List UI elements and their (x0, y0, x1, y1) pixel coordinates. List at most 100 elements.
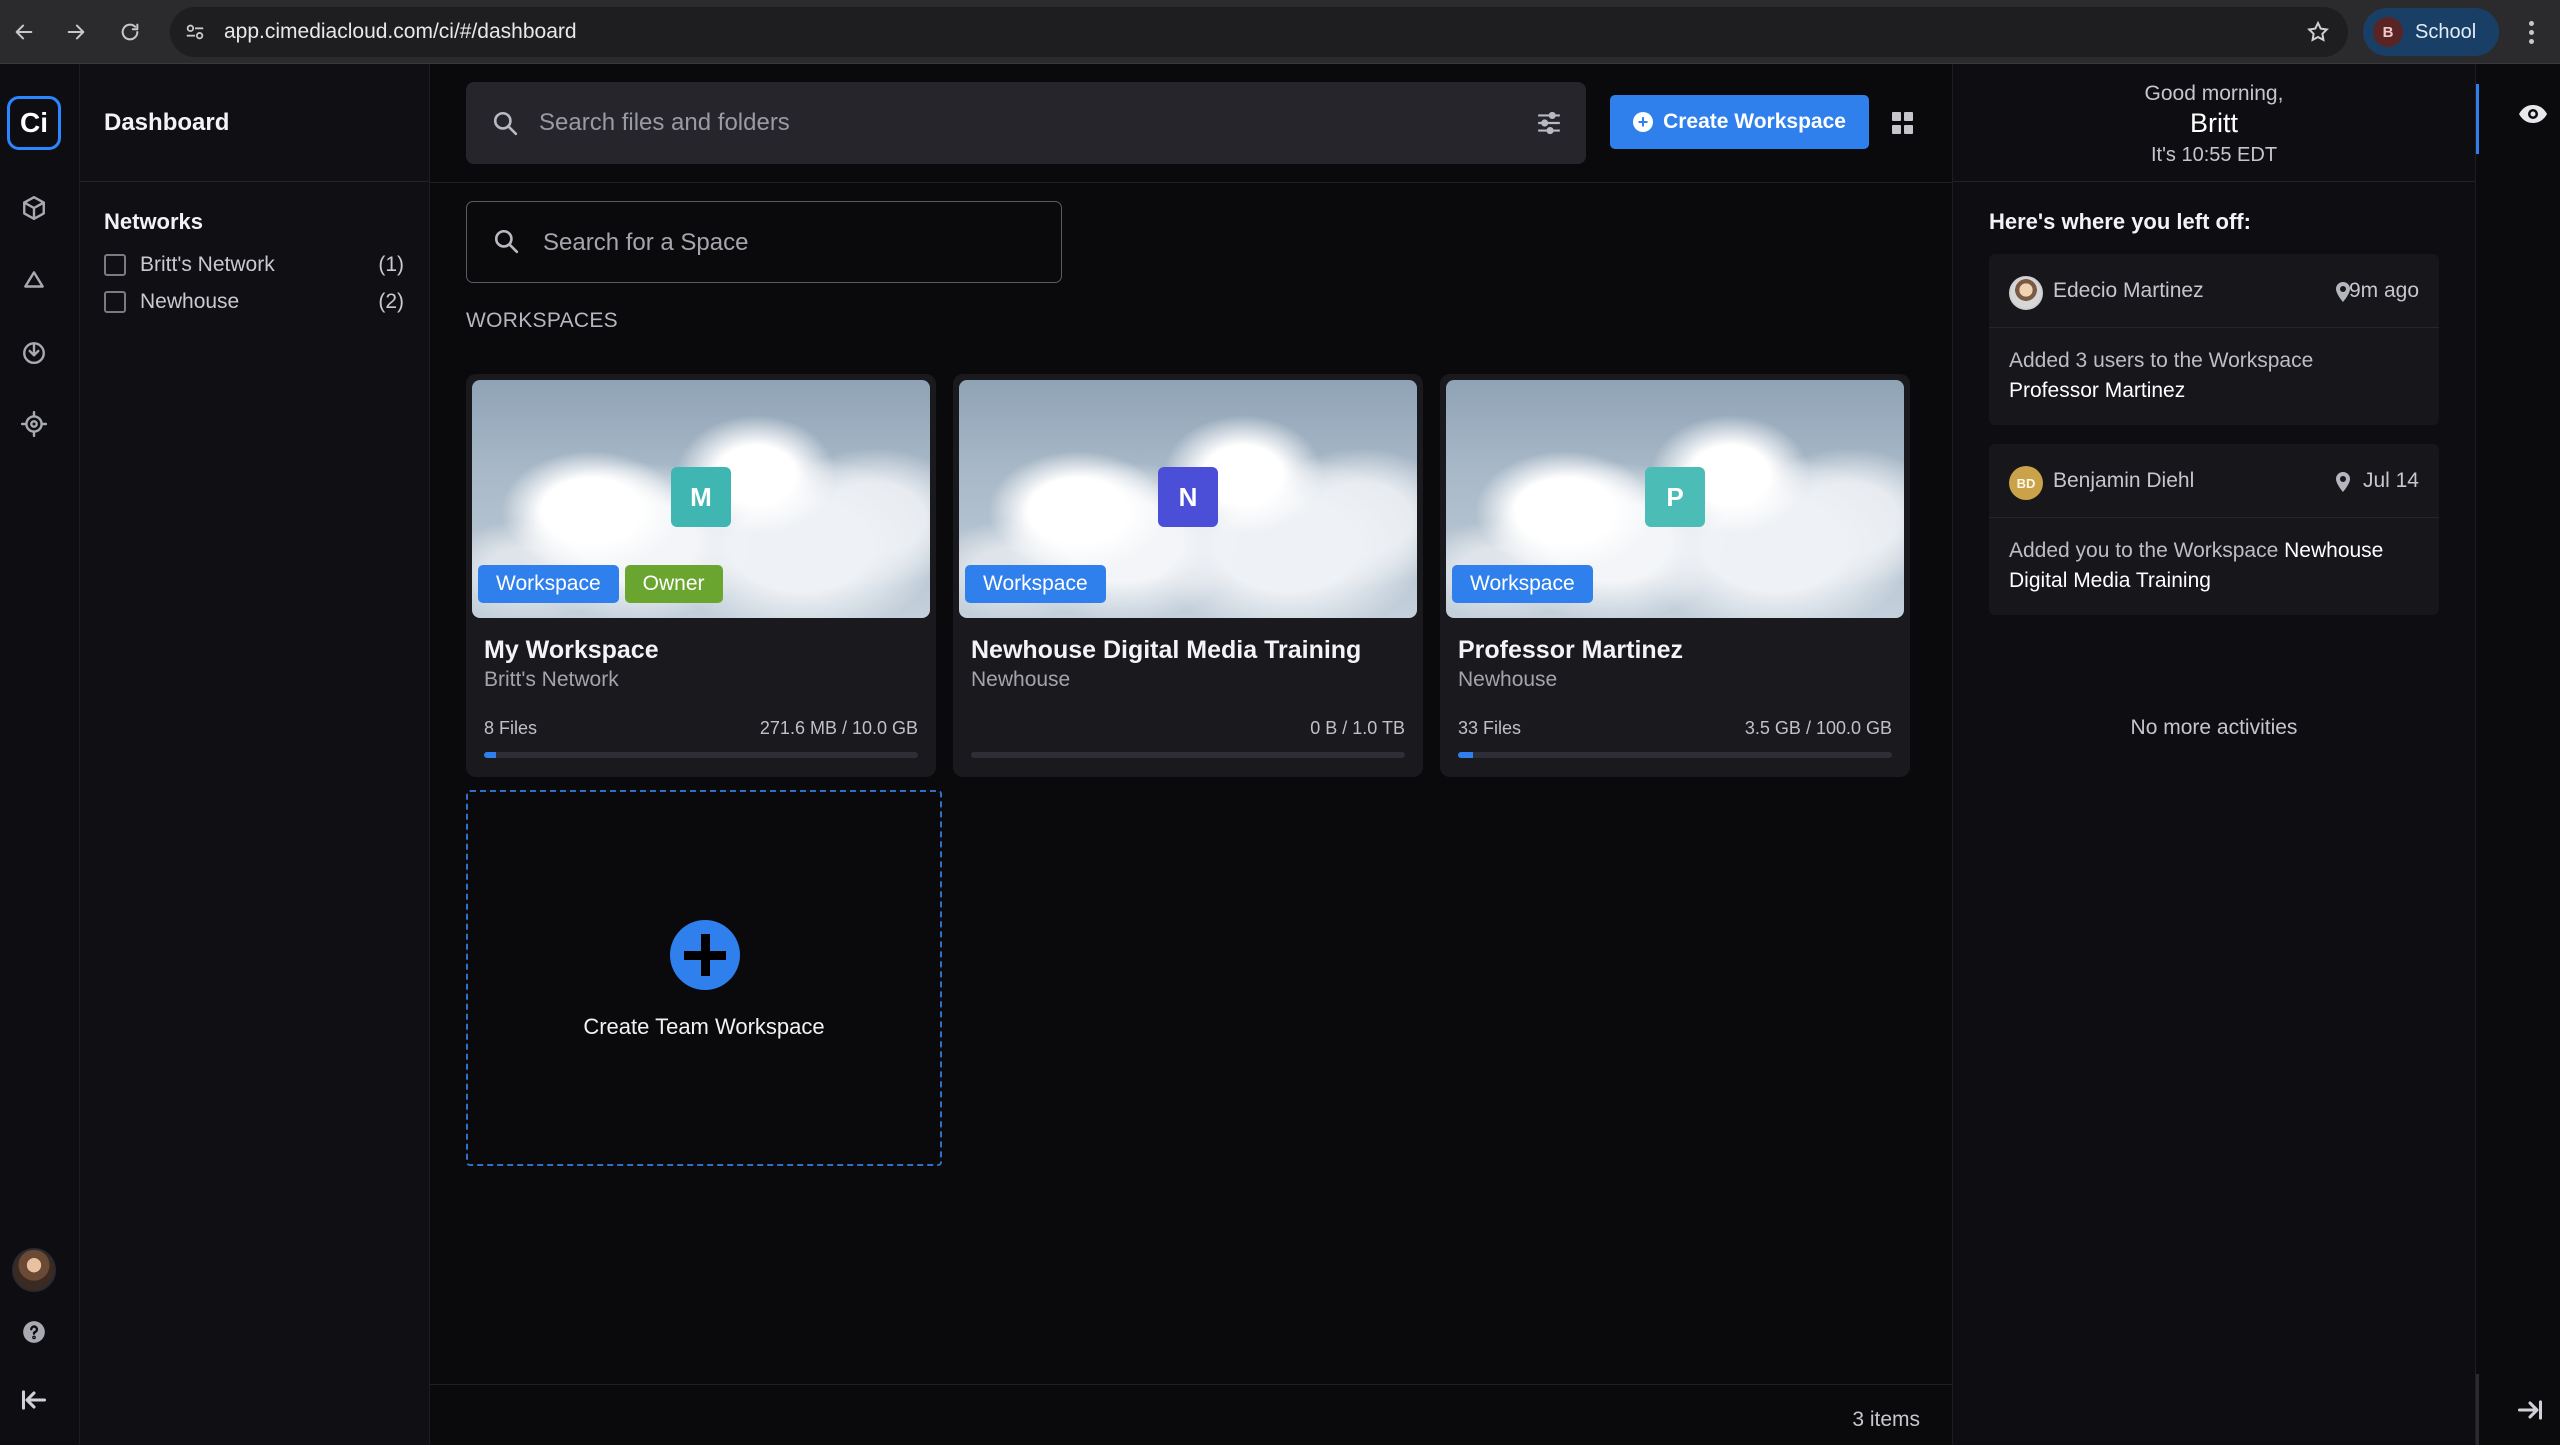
space-search-input[interactable]: Search for a Space (543, 202, 748, 284)
browser-menu-icon[interactable] (2516, 14, 2546, 50)
workspace-name[interactable]: Professor Martinez (1458, 636, 1683, 665)
activity-time: 9m ago (2348, 279, 2419, 302)
workspace-initial: P (1645, 467, 1705, 527)
user-name: Britt (2189, 108, 2238, 138)
plus-circle-icon: + (1633, 112, 1654, 132)
divider (2476, 1374, 2479, 1445)
eye-icon[interactable] (2518, 104, 2548, 124)
divider (430, 182, 1952, 183)
workspace-card[interactable]: P Workspace Professor Martinez Newhouse … (1440, 374, 1910, 777)
profile-label: School (2415, 20, 2477, 43)
cloud-icon[interactable] (20, 266, 48, 294)
activity-target-link[interactable]: Professor Martinez (2009, 379, 2185, 402)
storage-progress-fill (1458, 752, 1474, 758)
workspace-initial: M (671, 467, 731, 527)
activity-description: Added 3 users to the Workspace (2009, 349, 2314, 372)
activity-item[interactable]: BD Benjamin Diehl Jul 14 Added you to th… (1989, 444, 2439, 615)
checkbox[interactable] (104, 254, 126, 276)
grid-view-icon[interactable] (1892, 112, 1914, 134)
workspace-name[interactable]: My Workspace (484, 636, 659, 665)
right-toolbar (2476, 64, 2560, 1445)
workspace-tag: Workspace (965, 565, 1106, 603)
activity-user: Edecio Martinez (2053, 279, 2204, 302)
address-bar[interactable]: app.cimediacloud.com/ci/#/dashboard (170, 7, 2348, 57)
app-rail: Ci (0, 64, 80, 1445)
page-title: Dashboard (104, 109, 230, 136)
create-workspace-label: Create Workspace (1663, 110, 1846, 133)
storage-usage: 3.5 GB / 100.0 GB (1744, 718, 1892, 738)
file-count: 8 Files (484, 718, 538, 738)
greeting: Good morning, (2144, 82, 2284, 105)
workspace-card[interactable]: N Workspace Newhouse Digital Media Train… (953, 374, 1423, 777)
bookmark-star-icon[interactable] (2306, 20, 2330, 44)
storage-progress-bar (1458, 752, 1892, 758)
activity-text: Added 3 users to the Workspace Professor… (2009, 346, 2429, 406)
create-team-workspace-button[interactable]: Create Team Workspace (466, 790, 942, 1166)
activity-panel: Good morning, Britt It's 10:55 EDT Here'… (1952, 64, 2476, 1445)
target-icon[interactable] (20, 410, 48, 438)
workspace-initial: N (1158, 467, 1218, 527)
expand-panel-icon[interactable] (2516, 1396, 2544, 1424)
user-avatar (2009, 276, 2043, 310)
workspace-tag: Workspace (478, 565, 619, 603)
owner-tag: Owner (624, 565, 723, 603)
file-search-bar[interactable]: Search files and folders (466, 82, 1586, 164)
network-filter-newhouse[interactable]: Newhouse (2) (104, 287, 404, 317)
activity-text: Added you to the Workspace Newhouse Digi… (2009, 536, 2429, 596)
activity-time: Jul 14 (2362, 469, 2419, 492)
main-content: Search files and folders + Create Worksp… (430, 64, 1952, 1445)
space-search-field[interactable]: Search for a Space (466, 201, 1062, 283)
forward-icon[interactable] (56, 12, 96, 52)
network-label: Newhouse (140, 290, 240, 313)
collapse-icon[interactable] (20, 1386, 48, 1414)
active-indicator (2476, 84, 2479, 154)
reload-icon[interactable] (110, 12, 150, 52)
network-label: Britt's Network (140, 253, 275, 276)
search-icon (492, 110, 518, 136)
network-filter-britts-network[interactable]: Britt's Network (1) (104, 250, 404, 280)
create-team-workspace-label: Create Team Workspace (583, 1014, 825, 1039)
help-icon[interactable] (20, 1318, 48, 1346)
storage-progress-fill (484, 752, 496, 758)
workspace-network: Britt's Network (484, 668, 619, 691)
storage-usage: 271.6 MB / 10.0 GB (759, 718, 918, 738)
divider (430, 1384, 1952, 1385)
activity-item[interactable]: Edecio Martinez 9m ago Added 3 users to … (1989, 254, 2439, 425)
site-settings-icon[interactable] (184, 21, 206, 43)
plus-circle-icon (670, 920, 740, 990)
storage-progress-bar (971, 752, 1405, 758)
divider (1953, 181, 2475, 182)
location-pin-icon (2335, 472, 2351, 492)
filter-panel: Dashboard Networks Britt's Network (1) N… (80, 64, 430, 1445)
cube-icon[interactable] (20, 194, 48, 222)
browser-toolbar: app.cimediacloud.com/ci/#/dashboard B Sc… (0, 0, 2560, 64)
checkbox[interactable] (104, 291, 126, 313)
activity-user: Benjamin Diehl (2053, 469, 2195, 492)
networks-heading: Networks (104, 209, 204, 234)
divider (80, 181, 429, 182)
user-avatar: BD (2009, 466, 2043, 500)
activity-description: Added you to the Workspace (2009, 539, 2279, 562)
storage-progress-bar (484, 752, 918, 758)
workspace-card[interactable]: M Workspace Owner My Workspace Britt's N… (466, 374, 936, 777)
workspace-network: Newhouse (971, 668, 1071, 691)
profile-button[interactable]: B School (2363, 8, 2499, 56)
user-avatar[interactable] (12, 1248, 56, 1292)
create-workspace-button[interactable]: + Create Workspace (1610, 95, 1869, 149)
current-time: It's 10:55 EDT (2150, 144, 2278, 166)
items-count: 3 items (1852, 1408, 1920, 1431)
section-heading: WORKSPACES (466, 309, 618, 332)
search-input[interactable]: Search files and folders (539, 82, 790, 164)
profile-avatar: B (2373, 17, 2403, 47)
workspace-tag: Workspace (1452, 565, 1593, 603)
back-icon[interactable] (4, 12, 44, 52)
network-count: (2) (378, 290, 404, 313)
app-logo[interactable]: Ci (7, 96, 61, 150)
address-url[interactable]: app.cimediacloud.com/ci/#/dashboard (224, 7, 577, 57)
filter-icon[interactable] (1536, 110, 1562, 136)
download-icon[interactable] (20, 338, 48, 366)
workspace-name[interactable]: Newhouse Digital Media Training (971, 636, 1361, 665)
activity-heading: Here's where you left off: (1989, 209, 2251, 234)
activity-header: Edecio Martinez 9m ago (1989, 254, 2439, 328)
network-count: (1) (378, 253, 404, 276)
